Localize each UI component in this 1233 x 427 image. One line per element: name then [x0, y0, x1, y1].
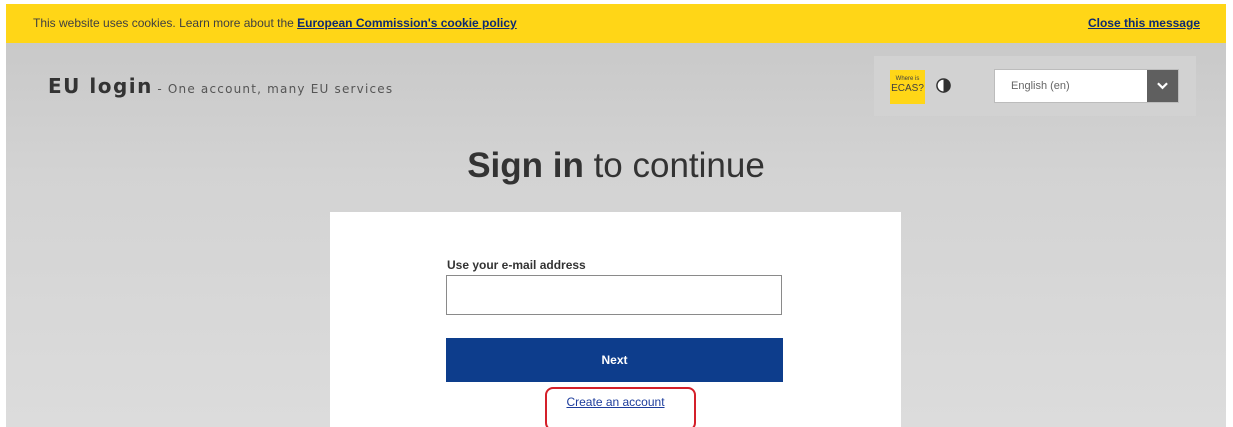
- cookie-policy-link[interactable]: European Commission's cookie policy: [297, 16, 517, 30]
- header-tools: Where is ECAS? English (en): [874, 56, 1196, 116]
- page-title-bold: Sign in: [467, 146, 584, 185]
- cookie-banner-text: This website uses cookies. Learn more ab…: [33, 16, 517, 30]
- email-field-label: Use your e-mail address: [447, 258, 586, 272]
- brand-name: EU login: [48, 74, 153, 98]
- language-select-toggle[interactable]: [1147, 70, 1178, 102]
- site-header: EU login - One account, many EU services…: [6, 43, 1226, 131]
- cookie-banner-message: This website uses cookies. Learn more ab…: [33, 16, 294, 30]
- page-frame: This website uses cookies. Learn more ab…: [6, 4, 1226, 427]
- language-select[interactable]: English (en): [994, 69, 1179, 103]
- ecas-badge-line2: ECAS?: [891, 83, 924, 94]
- email-field[interactable]: [446, 275, 782, 315]
- brand-tagline: - One account, many EU services: [157, 82, 394, 96]
- ecas-badge-line1: Where is: [895, 76, 920, 82]
- language-select-value: English (en): [1011, 80, 1070, 92]
- close-cookie-message-link[interactable]: Close this message: [1088, 16, 1200, 30]
- create-account-highlight: [545, 387, 696, 427]
- page-title-rest: to continue: [583, 146, 765, 185]
- brand: EU login - One account, many EU services: [48, 74, 393, 98]
- page-title: Sign in to continue: [6, 146, 1226, 186]
- cookie-banner: This website uses cookies. Learn more ab…: [6, 4, 1226, 43]
- where-is-ecas-button[interactable]: Where is ECAS?: [890, 70, 925, 104]
- contrast-icon[interactable]: [936, 78, 951, 93]
- next-button[interactable]: Next: [446, 338, 783, 382]
- chevron-down-icon: [1157, 82, 1168, 90]
